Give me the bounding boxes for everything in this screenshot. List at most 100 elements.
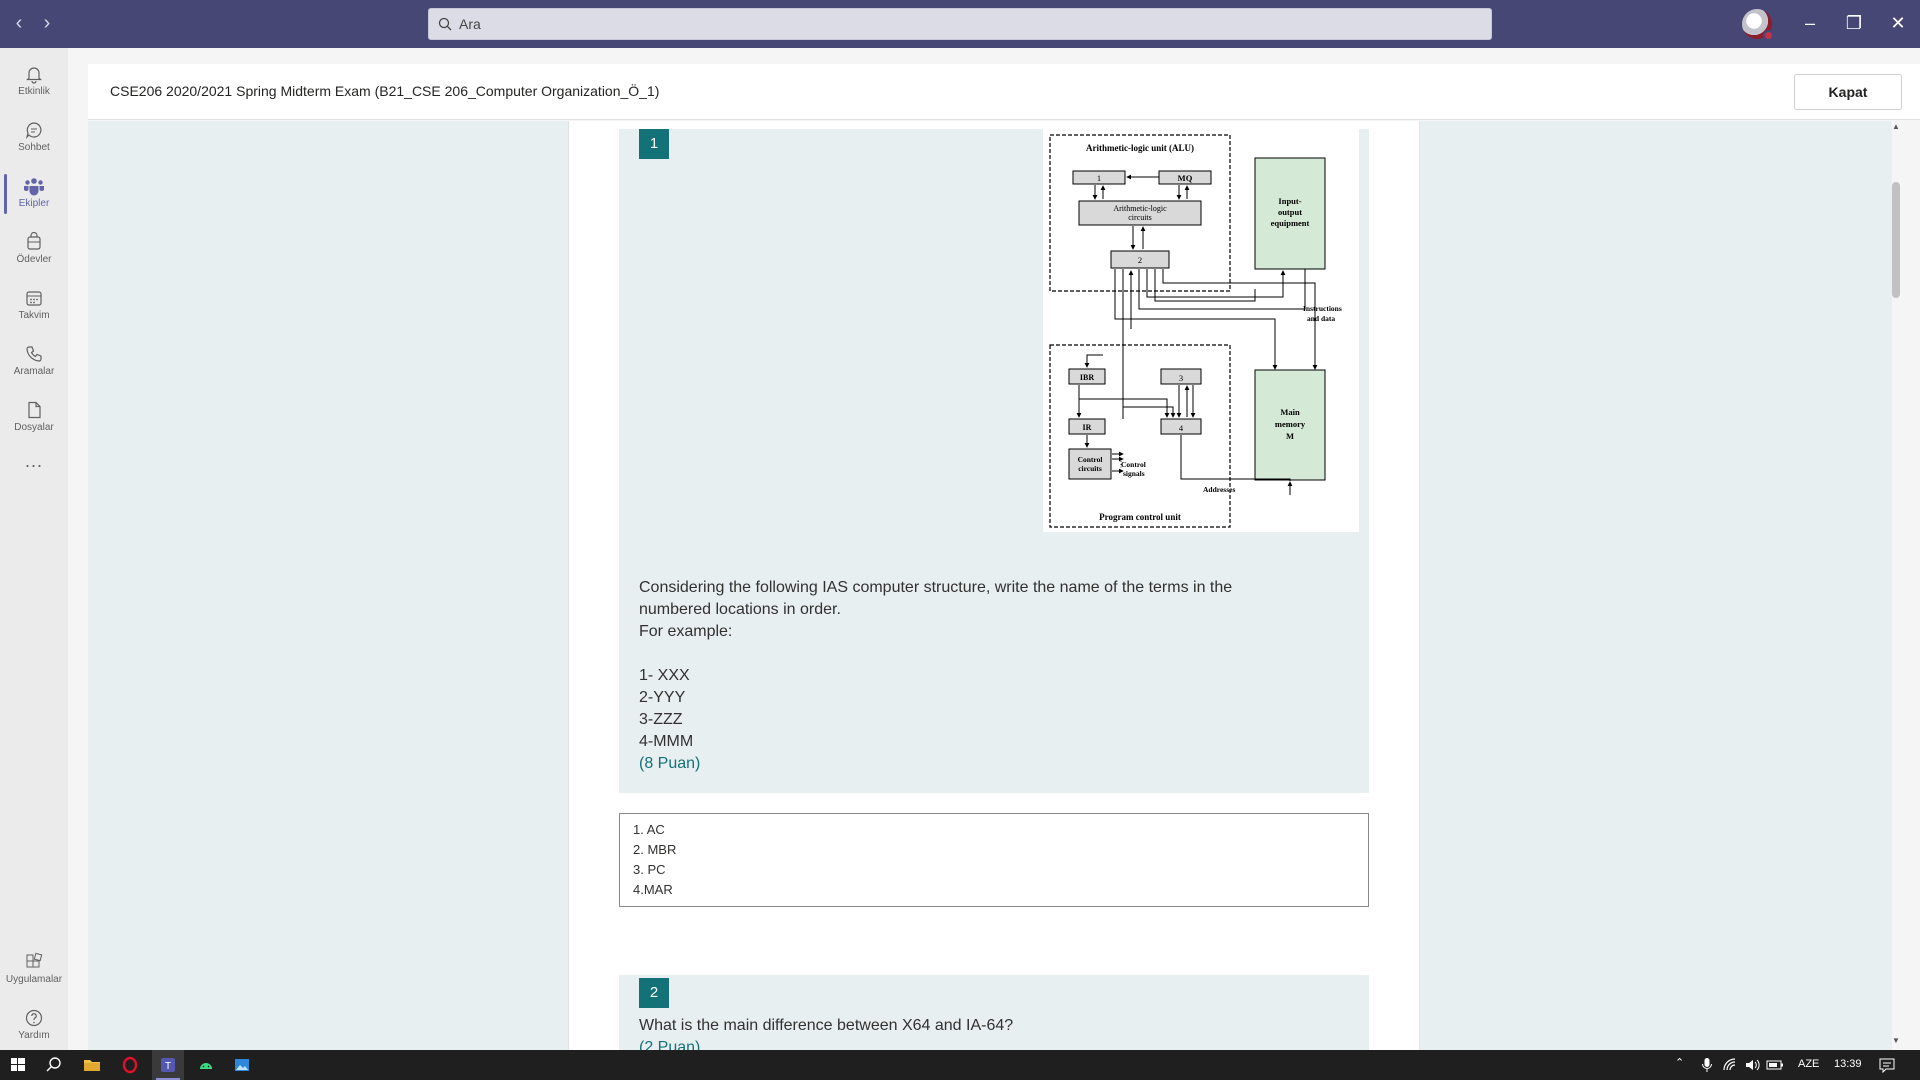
- teams-app-icon: T: [161, 1058, 175, 1072]
- more-apps-button[interactable]: ...: [0, 448, 68, 478]
- question-number: 1: [639, 129, 669, 159]
- file-explorer-icon[interactable]: [80, 1054, 104, 1076]
- forward-arrow-icon[interactable]: ›: [36, 12, 58, 34]
- assignments-icon: [27, 232, 41, 250]
- rail-label: Sohbet: [18, 142, 50, 153]
- close-button[interactable]: Kapat: [1794, 74, 1902, 110]
- file-icon: [28, 401, 41, 419]
- notification-icon[interactable]: [1878, 1057, 1896, 1073]
- volume-icon[interactable]: [1744, 1057, 1762, 1073]
- more-icon: ...: [24, 451, 43, 471]
- pcu-label: Program control unit: [1099, 512, 1181, 522]
- question-text: Considering the following IAS computer s…: [639, 577, 1232, 775]
- android-studio-icon[interactable]: [194, 1054, 218, 1076]
- microphone-icon[interactable]: [1700, 1057, 1714, 1073]
- question-line: Considering the following IAS computer s…: [639, 579, 1233, 596]
- bell-icon: [26, 67, 42, 84]
- rail-label: Uygulamalar: [5, 974, 63, 985]
- rail-label: Yardım: [18, 1030, 50, 1041]
- search-icon[interactable]: [42, 1054, 66, 1076]
- instr-line2: and data: [1307, 314, 1335, 323]
- form-viewport: 1 Arithmetic-logic unit (ALU) 1 MQ Arith…: [88, 121, 1892, 1050]
- scrollbar[interactable]: ▲ ▼: [1890, 122, 1902, 1050]
- answer-line: 3. PC: [633, 862, 666, 877]
- app-rail: Etkinlik Sohbet Ekipler Ödevler Takvim A…: [0, 48, 68, 1050]
- alc-line2: circuits: [1128, 213, 1152, 222]
- question-line: 2-YYY: [639, 689, 686, 706]
- rail-label: Ekipler: [18, 198, 50, 209]
- rail-label: Aramalar: [13, 366, 55, 377]
- teams-icon: [24, 178, 44, 196]
- close-icon[interactable]: ✕: [1887, 12, 1909, 34]
- battery-icon[interactable]: [1766, 1058, 1784, 1072]
- box-2-label: 2: [1138, 255, 1142, 265]
- page-header: CSE206 2020/2021 Spring Midterm Exam (B2…: [88, 64, 1920, 120]
- question-text: What is the main difference between X64 …: [639, 1017, 1014, 1034]
- answer-line: 2. MBR: [633, 842, 677, 857]
- rail-item-assignments[interactable]: Ödevler: [0, 224, 68, 280]
- rail-item-calendar[interactable]: Takvim: [0, 280, 68, 336]
- svg-text:T: T: [165, 1061, 171, 1072]
- alc-line1: Arithmetic-logic: [1113, 204, 1167, 213]
- taskbar: T ⌃ AZE 13:39: [0, 1050, 1920, 1080]
- rail-item-help[interactable]: Yardım: [0, 1000, 68, 1056]
- photos-icon[interactable]: [230, 1054, 254, 1076]
- search-icon: [438, 17, 452, 31]
- avatar[interactable]: [1742, 9, 1774, 41]
- page-title: CSE206 2020/2021 Spring Midterm Exam (B2…: [110, 83, 660, 99]
- windows-start-icon[interactable]: [6, 1054, 30, 1076]
- answer-line: 1. AC: [633, 822, 665, 837]
- rail-label: Takvim: [18, 310, 50, 321]
- status-badge: [1763, 30, 1774, 41]
- language-indicator[interactable]: AZE: [1798, 1058, 1819, 1070]
- wifi-icon[interactable]: [1722, 1057, 1738, 1073]
- rail-label: Dosyalar: [14, 422, 54, 433]
- question-number: 2: [639, 978, 669, 1008]
- scroll-up-icon[interactable]: ▲: [1892, 122, 1900, 131]
- back-arrow-icon[interactable]: ‹: [8, 12, 30, 34]
- rail-item-chat[interactable]: Sohbet: [0, 112, 68, 168]
- cc-line2: circuits: [1078, 464, 1102, 473]
- teams-taskbar-button[interactable]: T: [152, 1050, 184, 1080]
- question-line: 1- XXX: [639, 667, 690, 684]
- box-3-label: 3: [1179, 373, 1183, 383]
- question-points: (8 Puan): [639, 755, 701, 772]
- scrollbar-thumb[interactable]: [1892, 182, 1900, 298]
- restore-icon[interactable]: ❐: [1843, 12, 1865, 34]
- question-line: [639, 643, 1232, 665]
- rail-item-teams[interactable]: Ekipler: [0, 168, 68, 224]
- rail-item-activity[interactable]: Etkinlik: [0, 56, 68, 112]
- title-bar: ‹ › Ara – ❐ ✕: [0, 0, 1920, 48]
- phone-icon: [26, 346, 42, 362]
- apps-icon: [26, 952, 43, 968]
- ir-label: IR: [1083, 423, 1092, 432]
- mm-line3: M: [1286, 431, 1294, 441]
- opera-icon[interactable]: [118, 1054, 142, 1076]
- rail-item-files[interactable]: Dosyalar: [0, 392, 68, 448]
- calendar-icon: [26, 291, 42, 306]
- io-line1: Input-: [1278, 196, 1301, 206]
- io-line2: output: [1278, 207, 1302, 217]
- answer-textarea[interactable]: 1. AC 2. MBR 3. PC 4.MAR: [619, 813, 1369, 907]
- cs-line1: Control: [1121, 460, 1146, 469]
- mm-line2: memory: [1275, 419, 1306, 429]
- cc-line1: Control: [1078, 455, 1103, 464]
- question-points: (2 Puan): [639, 1039, 701, 1050]
- search-input[interactable]: Ara: [428, 8, 1492, 40]
- io-line3: equipment: [1271, 218, 1310, 228]
- question-line: 4-MMM: [639, 733, 694, 750]
- tray-chevron-icon[interactable]: ⌃: [1675, 1056, 1684, 1069]
- rail-item-calls[interactable]: Aramalar: [0, 336, 68, 392]
- main-content: CSE206 2020/2021 Spring Midterm Exam (B2…: [68, 48, 1920, 1050]
- help-icon: [25, 1009, 43, 1027]
- minimize-icon[interactable]: –: [1799, 12, 1821, 34]
- scroll-down-icon[interactable]: ▼: [1892, 1036, 1900, 1045]
- question-line: For example:: [639, 623, 733, 640]
- clock[interactable]: 13:39: [1834, 1058, 1862, 1070]
- question-card: 1 Arithmetic-logic unit (ALU) 1 MQ Arith…: [619, 129, 1369, 793]
- search-placeholder: Ara: [459, 16, 481, 32]
- question-line: numbered locations in order.: [639, 601, 841, 618]
- form-panel: 1 Arithmetic-logic unit (ALU) 1 MQ Arith…: [568, 121, 1420, 1050]
- rail-item-apps[interactable]: Uygulamalar: [0, 944, 68, 1000]
- question-line: 3-ZZZ: [639, 711, 683, 728]
